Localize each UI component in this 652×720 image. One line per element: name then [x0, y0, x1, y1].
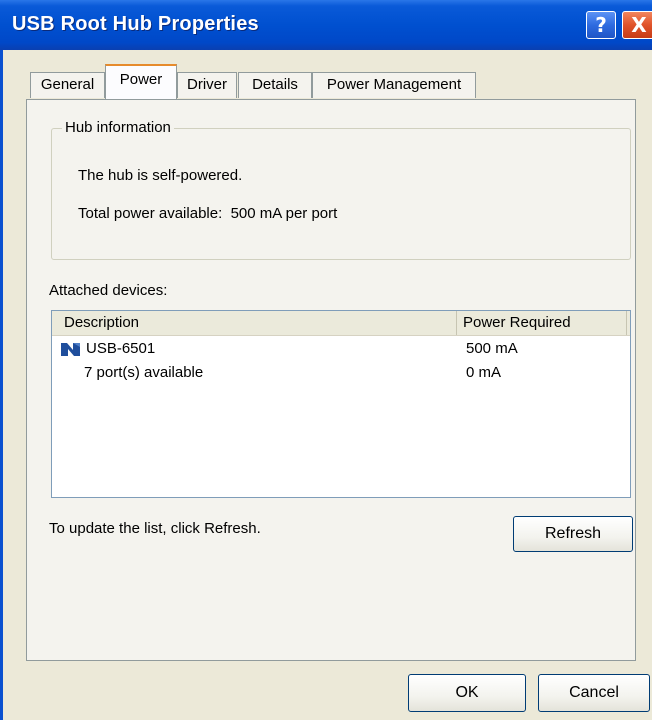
ni-device-icon: [61, 343, 80, 356]
cancel-button[interactable]: Cancel: [538, 674, 650, 712]
device-description: 7 port(s) available: [84, 364, 204, 381]
properties-dialog: USB Root Hub Properties ? X General Powe…: [0, 0, 652, 720]
list-item[interactable]: 7 port(s) available 0 mA: [52, 361, 630, 385]
tab-details[interactable]: Details: [238, 72, 312, 98]
column-header-power-required[interactable]: Power Required: [457, 311, 627, 335]
refresh-button[interactable]: Refresh: [513, 516, 633, 552]
tab-strip: General Power Driver Details Power Manag…: [30, 64, 630, 100]
hub-information-group: Hub information The hub is self-powered.…: [51, 119, 631, 260]
power-tab-panel: Hub information The hub is self-powered.…: [26, 99, 636, 661]
ok-button[interactable]: OK: [408, 674, 526, 712]
column-header-description[interactable]: Description: [52, 311, 457, 335]
tab-general[interactable]: General: [30, 72, 105, 98]
help-icon: ?: [595, 13, 607, 37]
hub-information-legend: Hub information: [62, 119, 174, 136]
close-icon: X: [631, 13, 647, 37]
refresh-hint-text: To update the list, click Refresh.: [49, 520, 261, 537]
window-title: USB Root Hub Properties: [12, 13, 259, 35]
total-power-text: Total power available: 500 mA per port: [78, 205, 338, 222]
window-frame-left: [0, 50, 3, 720]
help-button[interactable]: ?: [586, 11, 616, 39]
attached-devices-list[interactable]: Description Power Required USB-6501 500 …: [51, 310, 631, 498]
close-button[interactable]: X: [622, 11, 652, 39]
self-powered-text: The hub is self-powered.: [78, 167, 243, 184]
device-power-required: 500 mA: [466, 340, 518, 357]
device-description: USB-6501: [86, 340, 156, 357]
title-bar[interactable]: USB Root Hub Properties ? X: [0, 0, 652, 50]
list-header: Description Power Required: [52, 311, 630, 336]
attached-devices-label: Attached devices:: [49, 282, 168, 299]
tab-driver[interactable]: Driver: [177, 72, 237, 98]
tab-power-management[interactable]: Power Management: [312, 72, 476, 98]
device-power-required: 0 mA: [466, 364, 502, 381]
tab-power[interactable]: Power: [105, 64, 177, 99]
list-item[interactable]: USB-6501 500 mA: [52, 337, 630, 361]
